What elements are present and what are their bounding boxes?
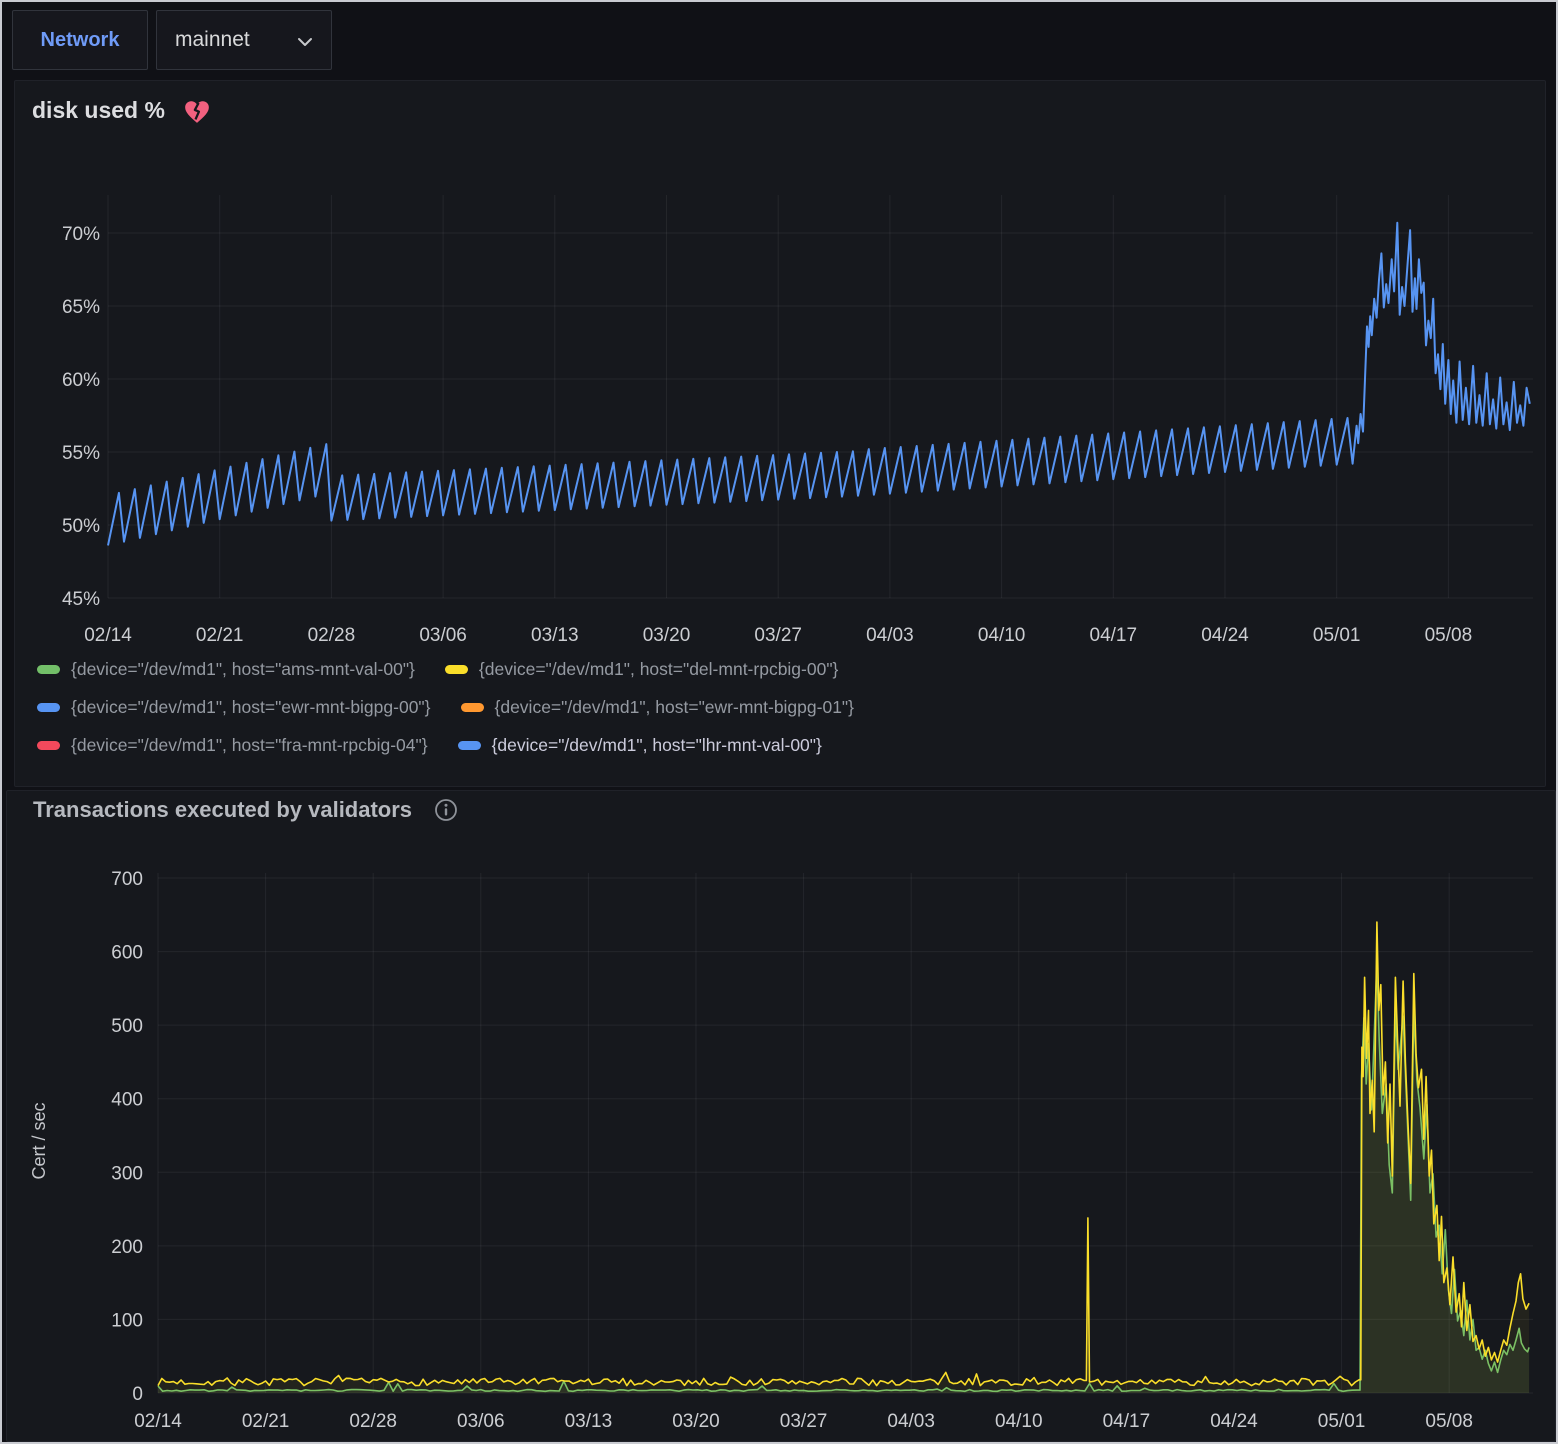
- x-tick-label: 02/28: [308, 625, 356, 646]
- series-area-fill: [158, 922, 1529, 1393]
- x-tick-label: 03/27: [780, 1411, 828, 1432]
- transactions-chart[interactable]: 02/14 02/21 02/28 03/06 03/13 03/20 03/27 04/03…: [7, 831, 1557, 1441]
- y-tick-label: 60%: [62, 370, 100, 391]
- y-axis-label: Cert / sec: [29, 1102, 49, 1179]
- y-tick-label: 500: [111, 1016, 143, 1037]
- x-tick-label: 03/13: [531, 625, 579, 646]
- legend-row: {device="/dev/md1", host="ewr-mnt-bigpg-…: [37, 697, 1527, 718]
- x-tick-label: 05/08: [1425, 625, 1473, 646]
- x-tick-label: 02/21: [196, 625, 244, 646]
- x-tick-label: 03/20: [672, 1411, 720, 1432]
- x-tick-label: 03/06: [457, 1411, 505, 1432]
- legend-label: {device="/dev/md1", host="ams-mnt-val-00…: [71, 659, 415, 680]
- x-tick-label: 02/14: [84, 625, 132, 646]
- legend-item-fra-mnt-rpcbig-04[interactable]: {device="/dev/md1", host="fra-mnt-rpcbig…: [37, 735, 428, 756]
- series-line: [158, 922, 1529, 1386]
- legend-label: {device="/dev/md1", host="fra-mnt-rpcbig…: [71, 735, 428, 756]
- legend-label: {device="/dev/md1", host="lhr-mnt-val-00…: [492, 735, 822, 756]
- series-line: [158, 963, 1529, 1392]
- y-tick-label: 400: [111, 1090, 143, 1111]
- legend-row: {device="/dev/md1", host="fra-mnt-rpcbig…: [37, 735, 1527, 756]
- legend-item-lhr-mnt-val-00[interactable]: {device="/dev/md1", host="lhr-mnt-val-00…: [458, 735, 822, 756]
- legend-item-del-mnt-rpcbig-00[interactable]: {device="/dev/md1", host="del-mnt-rpcbig…: [445, 659, 839, 680]
- x-tick-label: 05/01: [1313, 625, 1361, 646]
- y-tick-label: 55%: [62, 443, 100, 464]
- panel-transactions-title: Transactions executed by validators: [33, 797, 412, 823]
- x-tick-label: 02/21: [242, 1411, 290, 1432]
- series-color-pill: [458, 741, 481, 750]
- x-tick-label: 05/01: [1318, 1411, 1366, 1432]
- x-tick-label: 04/03: [887, 1411, 935, 1432]
- series-color-pill: [37, 741, 60, 750]
- panel-transactions: Transactions executed by validators 02/1…: [6, 790, 1556, 1442]
- x-tick-label: 03/20: [643, 625, 691, 646]
- x-tick-label: 04/10: [995, 1411, 1043, 1432]
- grafana-dashboard: Network mainnet disk used % 02/1402/2102…: [0, 0, 1558, 1444]
- x-tick-label: 03/06: [419, 625, 467, 646]
- x-tick-label: 04/17: [1090, 625, 1138, 646]
- y-tick-label: 700: [111, 869, 143, 890]
- info-circle-icon[interactable]: [434, 798, 458, 822]
- x-tick-label: 04/17: [1103, 1411, 1151, 1432]
- series-color-pill: [37, 665, 60, 674]
- x-tick-label: 04/03: [866, 625, 914, 646]
- y-tick-label: 300: [111, 1163, 143, 1184]
- series-color-pill: [445, 665, 468, 674]
- x-tick-label: 03/27: [754, 625, 802, 646]
- network-variable-value: mainnet: [175, 28, 250, 52]
- y-tick-label: 45%: [62, 589, 100, 610]
- x-tick-label: 03/13: [565, 1411, 613, 1432]
- y-tick-label: 50%: [62, 516, 100, 537]
- panel-disk-used-title: disk used %: [32, 97, 165, 124]
- y-tick-label: 100: [111, 1310, 143, 1331]
- legend-label: {device="/dev/md1", host="ewr-mnt-bigpg-…: [495, 697, 855, 718]
- legend-item-ams-mnt-val-00[interactable]: {device="/dev/md1", host="ams-mnt-val-00…: [37, 659, 415, 680]
- series-color-pill: [461, 703, 484, 712]
- disk-used-legend: {device="/dev/md1", host="ams-mnt-val-00…: [37, 659, 1527, 756]
- x-tick-label: 02/28: [349, 1411, 397, 1432]
- network-variable-label-text: Network: [41, 29, 120, 52]
- y-tick-label: 200: [111, 1237, 143, 1258]
- network-variable-label: Network: [12, 10, 148, 70]
- y-tick-label: 600: [111, 943, 143, 964]
- series-color-pill: [37, 703, 60, 712]
- panel-transactions-header[interactable]: Transactions executed by validators: [33, 797, 458, 823]
- y-tick-label: 0: [132, 1384, 143, 1405]
- legend-label: {device="/dev/md1", host="ewr-mnt-bigpg-…: [71, 697, 431, 718]
- y-tick-label: 65%: [62, 297, 100, 318]
- legend-row: {device="/dev/md1", host="ams-mnt-val-00…: [37, 659, 1527, 680]
- series-area-fill: [158, 963, 1529, 1393]
- x-tick-label: 04/10: [978, 625, 1026, 646]
- y-tick-label: 70%: [62, 224, 100, 245]
- chevron-down-icon: [297, 37, 313, 47]
- x-tick-label: 04/24: [1201, 625, 1249, 646]
- panel-disk-used-header[interactable]: disk used %: [32, 97, 211, 124]
- panel-disk-used: disk used % 02/14 02/21 02/28 03/06 03/13 03/…: [14, 80, 1546, 787]
- disk-used-chart[interactable]: 02/14 02/21 02/28 03/06 03/13 03/20 03/27 04/03…: [15, 165, 1547, 657]
- legend-label: {device="/dev/md1", host="del-mnt-rpcbig…: [479, 659, 839, 680]
- x-tick-label: 04/24: [1210, 1411, 1258, 1432]
- series-line: [108, 223, 1530, 546]
- x-tick-label: 05/08: [1425, 1411, 1473, 1432]
- x-tick-label: 02/14: [134, 1411, 182, 1432]
- legend-item-ewr-mnt-bigpg-01[interactable]: {device="/dev/md1", host="ewr-mnt-bigpg-…: [461, 697, 855, 718]
- legend-item-ewr-mnt-bigpg-00[interactable]: {device="/dev/md1", host="ewr-mnt-bigpg-…: [37, 697, 431, 718]
- alert-heart-break-icon: [183, 98, 211, 124]
- network-variable-dropdown[interactable]: mainnet: [156, 10, 332, 70]
